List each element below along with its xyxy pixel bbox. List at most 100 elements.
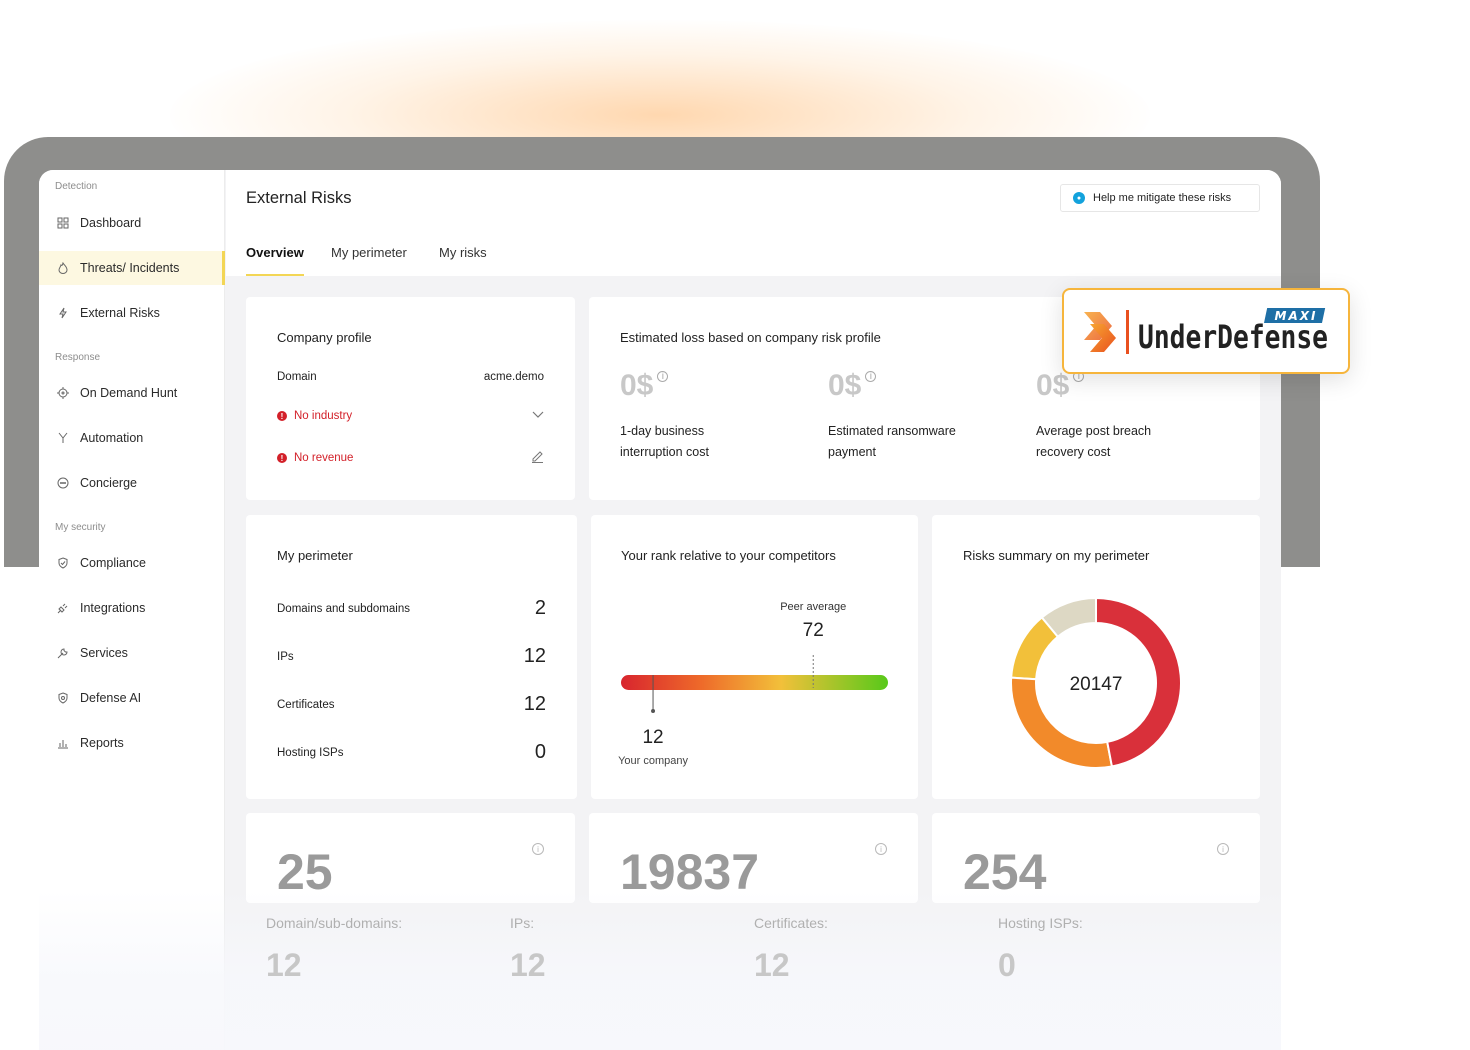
- sidebar-item-concierge[interactable]: Concierge: [39, 466, 225, 500]
- loss-label: recovery cost: [1036, 445, 1111, 459]
- help-mitigate-button[interactable]: ● Help me mitigate these risks: [1060, 184, 1260, 212]
- industry-value: No industry: [294, 410, 353, 422]
- perimeter-value: 12: [523, 693, 546, 715]
- revenue-value: No revenue: [294, 452, 354, 464]
- stat-label: Domain/sub-domains:: [266, 915, 403, 931]
- domain-row: Domain acme.demo: [277, 371, 544, 383]
- info-icon[interactable]: i: [875, 843, 887, 855]
- section-detection: Detection: [55, 181, 98, 192]
- loss-label: Estimated ransomware: [828, 424, 956, 438]
- company-profile-card: Company profile Domain acme.demo ! No ind…: [246, 297, 575, 500]
- card-title: Company profile: [277, 330, 372, 345]
- perimeter-row[interactable]: IPs 12: [277, 645, 546, 668]
- edit-pencil-icon[interactable]: [531, 450, 544, 466]
- sidebar-item-label: On Demand Hunt: [80, 386, 178, 400]
- rank-scale-bar: [621, 675, 888, 690]
- industry-row[interactable]: ! No industry: [277, 410, 544, 422]
- rank-gauge: Peer average 72 12 Your company: [618, 601, 888, 767]
- perimeter-value: 0: [534, 741, 546, 763]
- bottom-stats-row: Domain/sub-domains: IPs: Certificates: H…: [266, 915, 1266, 985]
- help-button-label: Help me mitigate these risks: [1093, 192, 1232, 204]
- loss-label: payment: [828, 445, 876, 459]
- stat-label: Hosting ISPs:: [998, 915, 1083, 931]
- wrench-icon: [56, 646, 70, 660]
- perimeter-row[interactable]: Certificates 12: [277, 693, 546, 716]
- sidebar-item-on-demand-hunt[interactable]: On Demand Hunt: [39, 376, 225, 410]
- perimeter-value: 12: [523, 645, 546, 667]
- crosshair-icon: [56, 386, 70, 400]
- sidebar-item-label: External Risks: [80, 306, 160, 320]
- chevron-down-icon[interactable]: [532, 410, 544, 422]
- sidebar-item-label: Threats/ Incidents: [80, 261, 180, 275]
- sidebar-item-label: Defense AI: [80, 691, 142, 705]
- perimeter-row[interactable]: Domains and subdomains 2: [277, 597, 546, 620]
- sidebar-item-label: Compliance: [80, 556, 147, 570]
- sidebar-item-reports[interactable]: Reports: [39, 726, 225, 760]
- info-icon[interactable]: i: [865, 371, 877, 382]
- sidebar-item-integrations[interactable]: Integrations: [39, 591, 225, 625]
- section-response: Response: [55, 352, 101, 363]
- company-marker-dot: [651, 709, 656, 713]
- stat-value: 12: [266, 947, 302, 983]
- perimeter-row[interactable]: Hosting ISPs 0: [277, 741, 546, 764]
- flame-icon: [56, 261, 70, 275]
- my-perimeter-card: My perimeter Domains and subdomains 2 IPs…: [246, 515, 577, 799]
- company-label: Your company: [618, 755, 688, 767]
- shield-check-icon: [56, 556, 70, 570]
- perimeter-value: 2: [534, 597, 546, 619]
- stat-value: 0: [998, 947, 1016, 983]
- sidebar-item-label: Dashboard: [80, 216, 142, 230]
- info-icon[interactable]: i: [532, 843, 544, 855]
- stat-value: 12: [510, 947, 546, 983]
- chat-bubble-icon: ●: [1073, 192, 1085, 204]
- tab-overview[interactable]: Overview: [246, 245, 304, 260]
- loss-item: 0$ i Average post breach recovery cost: [1036, 369, 1216, 463]
- tab-my-risks[interactable]: My risks: [439, 245, 487, 260]
- card-title: Estimated loss based on company risk pro…: [620, 330, 881, 345]
- stat-value: 12: [754, 947, 790, 983]
- perimeter-label: Domains and subdomains: [277, 602, 410, 615]
- stat-label: IPs:: [510, 915, 535, 931]
- loss-amount: 0$: [620, 369, 654, 402]
- rank-card: Your rank relative to your competitors P…: [591, 515, 918, 799]
- sidebar-item-compliance[interactable]: Compliance: [39, 546, 225, 580]
- sidebar-item-defense-ai[interactable]: Defense AI: [39, 681, 225, 715]
- page-title: External Risks: [246, 189, 352, 207]
- sidebar-item-threats[interactable]: Threats/ Incidents: [39, 251, 225, 285]
- peer-label: Peer average: [780, 601, 846, 613]
- risks-donut-chart: 20147: [1010, 596, 1182, 769]
- grid-icon: [56, 216, 70, 230]
- bolt-icon: [56, 306, 70, 320]
- perimeter-label: IPs: [277, 650, 294, 663]
- shield-ai-icon: [56, 691, 70, 705]
- sidebar-item-label: Reports: [80, 736, 124, 750]
- sidebar-item-automation[interactable]: Automation: [39, 421, 225, 455]
- info-icon[interactable]: i: [1217, 843, 1229, 855]
- peer-value: 72: [803, 620, 824, 641]
- sidebar-item-services[interactable]: Services: [39, 636, 225, 670]
- risks-summary-card: Risks summary on my perimeter 20147: [932, 515, 1260, 799]
- loss-label: Average post breach: [1036, 424, 1152, 438]
- info-icon[interactable]: i: [657, 371, 669, 382]
- section-my-security: My security: [55, 522, 106, 533]
- sidebar-item-external-risks[interactable]: External Risks: [39, 296, 225, 330]
- tab-my-perimeter[interactable]: My perimeter: [331, 245, 407, 260]
- company-value: 12: [642, 727, 663, 748]
- perimeter-label: Hosting ISPs: [277, 746, 344, 759]
- donut-slice[interactable]: [1010, 616, 1060, 681]
- loss-label: interruption cost: [620, 445, 709, 459]
- active-tab-indicator: [246, 274, 304, 276]
- domain-label: Domain: [277, 371, 317, 383]
- loss-amount: 0$: [1036, 369, 1070, 402]
- card-title: My perimeter: [277, 548, 353, 563]
- perimeter-label: Certificates: [277, 698, 335, 711]
- flow-icon: [56, 431, 70, 445]
- donut-center-value: 20147: [1070, 674, 1123, 695]
- logo-text: UnderDefense: [1138, 318, 1328, 356]
- loss-item: 0$ i Estimated ransomware payment: [828, 369, 1008, 463]
- chat-icon: [56, 476, 70, 490]
- sidebar-item-dashboard[interactable]: Dashboard: [39, 206, 225, 240]
- bar-chart-icon: [56, 736, 70, 750]
- revenue-row[interactable]: ! No revenue: [277, 450, 544, 466]
- plug-icon: [56, 601, 70, 615]
